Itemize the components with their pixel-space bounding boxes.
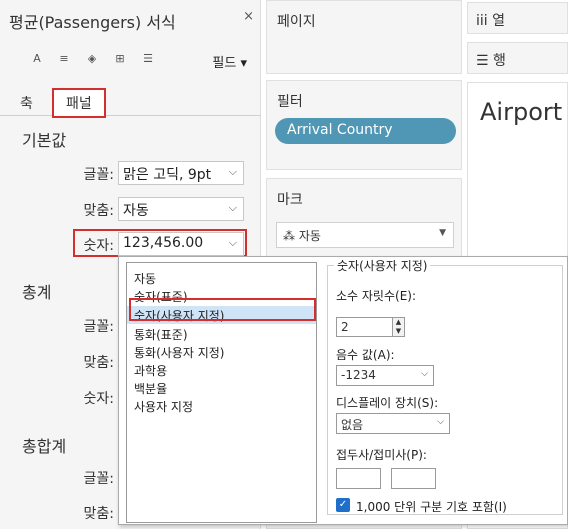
format-pane-title: 평균(Passengers) 서식 [9, 13, 176, 32]
default-font-value: 맑은 고딕, 9pt [123, 167, 212, 183]
grand-totals-align-label: 맞춤: [83, 506, 114, 522]
custom-number-group: 숫자(사용자 지정) 소수 자릿수(E): 2 ▲ ▼ 음수 값(A): -123… [327, 257, 563, 515]
totals-align-label: 맞춤: [83, 355, 114, 371]
align-icon[interactable]: ≡ [57, 52, 71, 66]
grand-totals-font-label: 글꼴: [83, 471, 114, 487]
format-tabs: 축 패널 [0, 86, 261, 118]
chevron-down-icon: ⌵ [228, 201, 237, 214]
default-font-label: 글꼴: [83, 167, 114, 183]
default-font-select[interactable]: 맑은 고딕, 9pt ⌵ [118, 161, 244, 185]
borders-icon[interactable]: ⊞ [113, 52, 127, 66]
default-align-label: 맞춤: [83, 203, 114, 219]
list-item-scientific[interactable]: 과학용 [134, 361, 314, 379]
default-align-select[interactable]: 자동 ⌵ [118, 197, 244, 221]
decimal-places-label: 소수 자릿수(E): [336, 289, 417, 303]
prefix-input[interactable] [336, 468, 381, 489]
selected-item-highlight [129, 298, 316, 321]
font-icon[interactable]: A [30, 52, 44, 66]
list-item-percentage[interactable]: 백분율 [134, 379, 314, 397]
pages-shelf[interactable]: 페이지 [266, 0, 462, 74]
section-default-title: 기본값 [22, 131, 67, 150]
list-item-currency-custom[interactable]: 통화(사용자 지정) [134, 343, 314, 361]
mark-type-icon: ⁂ [283, 229, 299, 243]
rows-shelf[interactable]: ☰ 행 [467, 42, 568, 74]
default-number-label: 숫자: [83, 238, 114, 254]
thousands-separator-checkbox[interactable]: ✓ [336, 498, 350, 512]
display-units-label: 디스플레이 장치(S): [336, 396, 439, 410]
filter-pill-arrival-country[interactable]: Arrival Country [275, 118, 456, 144]
chevron-down-icon: ▼ [439, 228, 446, 238]
list-item-auto[interactable]: 자동 [134, 269, 314, 287]
default-number-select[interactable]: 123,456.00 ⌵ [118, 232, 244, 256]
section-totals-title: 총계 [22, 283, 52, 302]
list-item-currency-standard[interactable]: 통화(표준) [134, 325, 314, 343]
suffix-input[interactable] [391, 468, 436, 489]
tab-panel[interactable]: 패널 [52, 88, 106, 118]
totals-font-label: 글꼴: [83, 319, 114, 335]
decimal-places-stepper[interactable]: ▲ ▼ [392, 317, 405, 337]
pages-shelf-title: 페이지 [277, 14, 316, 30]
display-units-value: 없음 [341, 418, 364, 432]
number-format-popup: 자동 숫자(표준) 숫자(사용자 지정) 통화(표준) 통화(사용자 지정) 과… [118, 256, 568, 525]
mark-type-select[interactable]: ⁂ 자동 ▼ [276, 222, 454, 248]
columns-shelf[interactable]: iii 열 [467, 2, 568, 34]
default-align-value: 자동 [123, 203, 149, 219]
chevron-down-icon: ⌵ [421, 369, 428, 379]
view-title: Airport [480, 98, 563, 126]
list-item-custom[interactable]: 사용자 지정 [134, 397, 314, 415]
filters-shelf-title: 필터 [277, 94, 303, 110]
display-units-select[interactable]: 없음 ⌵ [336, 413, 450, 434]
fields-label: 필드 [212, 56, 237, 71]
prefix-suffix-label: 접두사/접미사(P): [336, 448, 427, 462]
lines-icon[interactable]: ☰ [141, 52, 155, 66]
section-grand-totals-title: 총합계 [22, 437, 67, 456]
thousands-separator-label: 1,000 단위 구분 기호 포함(I) [356, 500, 507, 514]
decimal-places-input[interactable]: 2 [336, 317, 398, 337]
mark-type-value: 자동 [298, 229, 321, 243]
chevron-down-icon: ⌵ [228, 236, 237, 249]
negative-values-label: 음수 값(A): [336, 348, 395, 362]
default-number-value: 123,456.00 [123, 235, 204, 251]
chevron-down-icon: ⌵ [228, 165, 237, 178]
format-toolbar: A ≡ ◈ ⊞ ☰ 필드 ▾ [0, 44, 261, 76]
marks-card-title: 마크 [277, 192, 303, 208]
tab-axis[interactable]: 축 [10, 89, 43, 116]
totals-number-label: 숫자: [83, 391, 114, 407]
shading-icon[interactable]: ◈ [85, 52, 99, 66]
close-icon[interactable]: × [243, 9, 254, 24]
group-title: 숫자(사용자 지정) [334, 257, 431, 274]
negative-values-select[interactable]: -1234 ⌵ [336, 365, 434, 386]
chevron-down-icon: ⌵ [437, 417, 444, 427]
negative-values-value: -1234 [341, 368, 376, 382]
chevron-down-icon: ▾ [240, 56, 247, 71]
fields-button[interactable]: 필드 ▾ [212, 52, 247, 71]
